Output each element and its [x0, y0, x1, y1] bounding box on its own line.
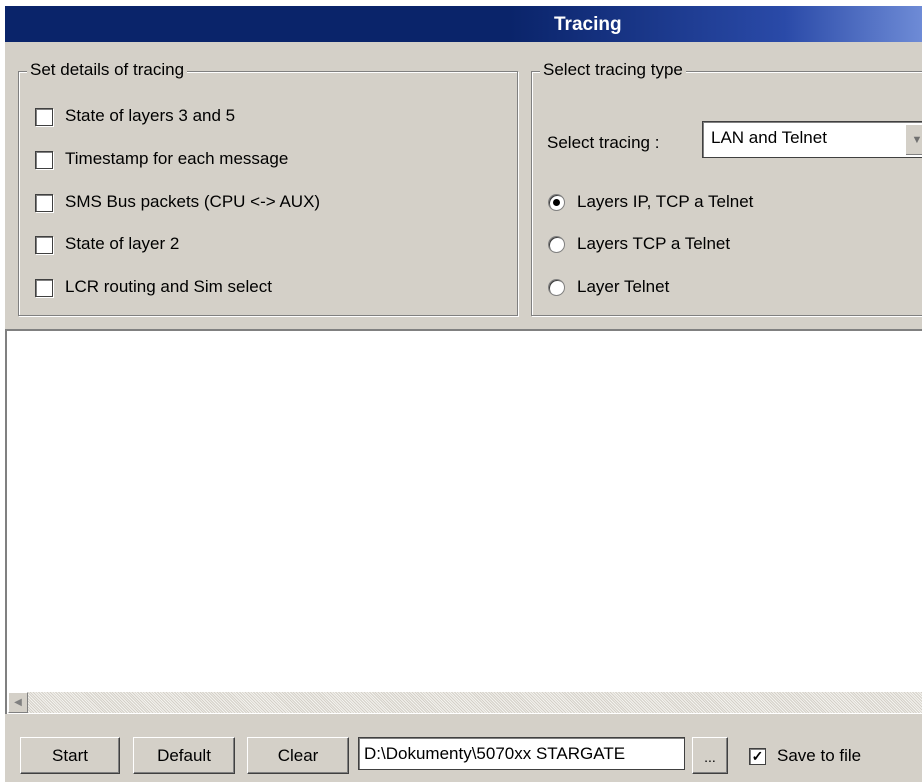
tracing-type-group: Select tracing type Select tracing : LAN… — [531, 60, 922, 316]
radio-button[interactable] — [548, 194, 565, 211]
tracing-window: Tracing Set details of tracing State of … — [5, 6, 922, 782]
save-to-file-label: Save to file — [777, 746, 862, 765]
checkbox-label: SMS Bus packets (CPU <-> AUX) — [65, 192, 321, 211]
checkbox-box[interactable] — [35, 279, 53, 297]
checkbox-label: Timestamp for each message — [65, 149, 289, 168]
checkmark-icon[interactable]: ✓ — [749, 748, 766, 765]
tracing-details-group: Set details of tracing State of layers 3… — [18, 60, 518, 316]
start-button[interactable]: Start — [20, 737, 120, 774]
clear-button[interactable]: Clear — [247, 737, 349, 774]
browse-button[interactable]: ... — [692, 737, 728, 774]
default-button[interactable]: Default — [133, 737, 235, 774]
radio-label: Layers IP, TCP a Telnet — [577, 192, 754, 211]
file-path-input[interactable]: D:\Dokumenty\5070xx STARGATE — [358, 737, 685, 770]
horizontal-scrollbar[interactable]: ◀ — [8, 692, 922, 713]
radio-label: Layer Telnet — [577, 277, 670, 296]
checkbox-label: State of layer 2 — [65, 234, 180, 253]
checkbox-box[interactable] — [35, 236, 53, 254]
checkbox-box[interactable] — [35, 108, 53, 126]
tracing-details-legend: Set details of tracing — [27, 60, 188, 80]
file-path-value: D:\Dokumenty\5070xx STARGATE — [364, 744, 626, 763]
title-bar: Tracing — [5, 6, 922, 42]
radio-button[interactable] — [548, 279, 565, 296]
trace-log-area[interactable] — [5, 329, 922, 714]
checkbox-box[interactable] — [35, 151, 53, 169]
scroll-left-arrow-icon[interactable]: ◀ — [8, 692, 28, 713]
checkbox-box[interactable] — [35, 194, 53, 212]
window-title: Tracing — [554, 14, 622, 35]
select-tracing-label: Select tracing : — [547, 133, 660, 152]
tracing-select[interactable]: LAN and Telnet ▼ — [702, 121, 922, 158]
chevron-down-icon[interactable]: ▼ — [905, 124, 922, 155]
radio-button[interactable] — [548, 236, 565, 253]
radio-label: Layers TCP a Telnet — [577, 234, 731, 253]
tracing-type-legend: Select tracing type — [540, 60, 686, 80]
tracing-select-value: LAN and Telnet — [711, 128, 827, 147]
checkbox-label: LCR routing and Sim select — [65, 277, 272, 296]
checkbox-label: State of layers 3 and 5 — [65, 106, 236, 125]
